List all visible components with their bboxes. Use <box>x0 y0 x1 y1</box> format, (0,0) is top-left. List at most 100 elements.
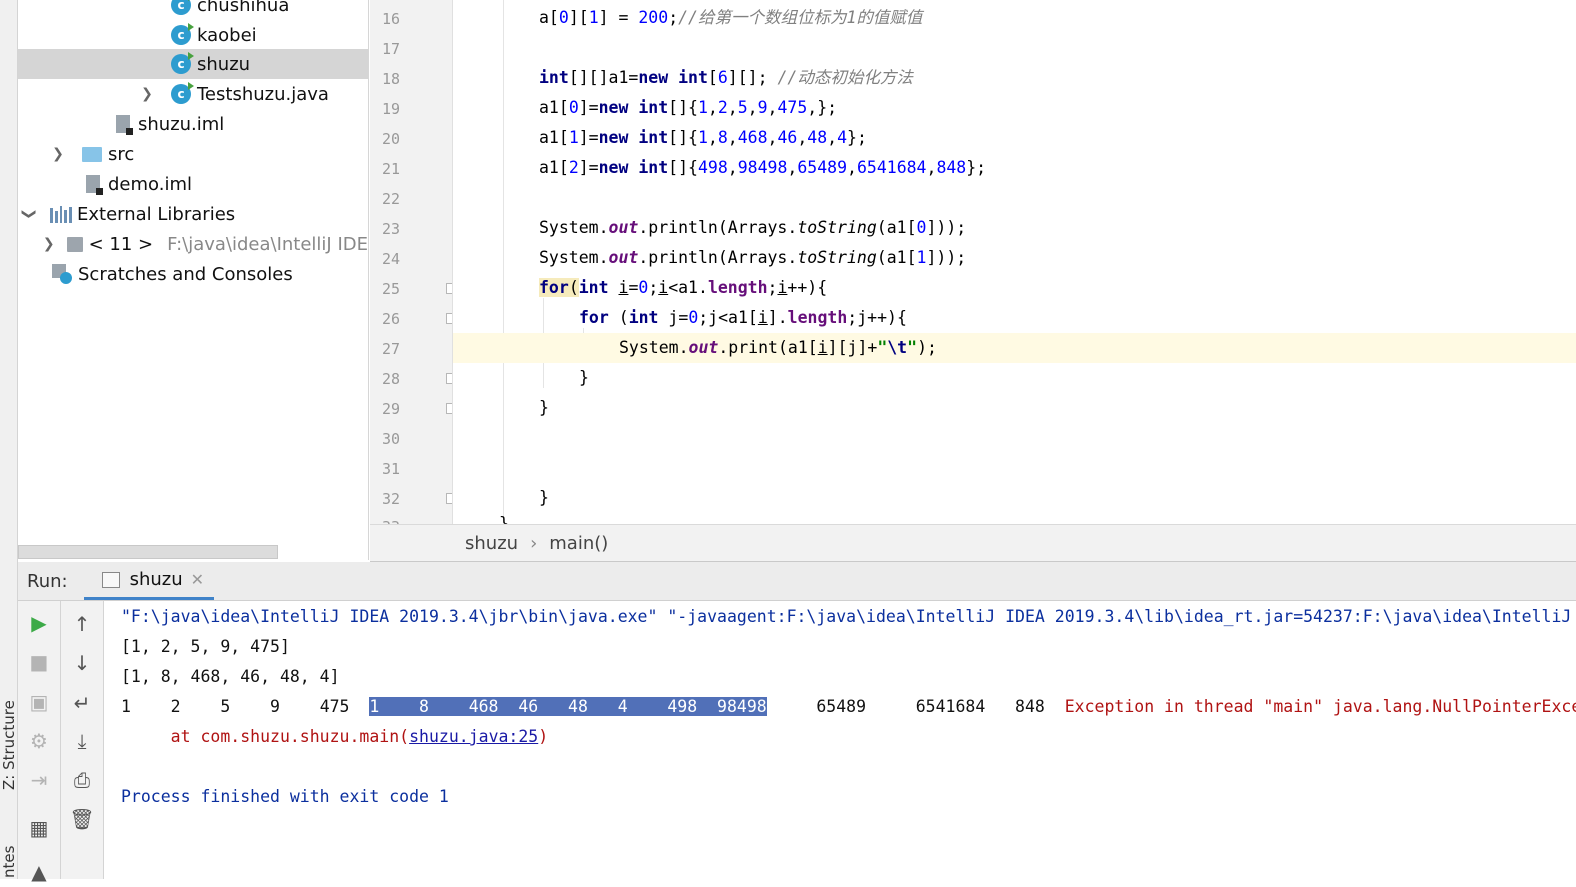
chevron-right-icon[interactable]: ❯ <box>42 236 56 252</box>
arrow-up-icon[interactable]: ↑ <box>67 609 97 639</box>
code-line-20: a1[1]=new int[]{1,8,468,46,48,4}; <box>539 128 867 147</box>
console-output-line: [1, 8, 468, 46, 48, 4] <box>121 667 340 686</box>
stacktrace-prefix: at com.shuzu.shuzu.main( <box>121 727 410 746</box>
java-class-icon: c <box>171 82 194 104</box>
run-toolbar-secondary: ↑ ↓ ↵ ⤓ ⎙ 🗑 <box>61 601 104 879</box>
tree-item-label: External Libraries <box>77 203 236 225</box>
line-number: 30 <box>381 430 400 448</box>
settings-icon[interactable]: ⚙ <box>24 726 54 756</box>
code-line-25: for(int i=0;i<a1.length;i++){ <box>539 278 828 297</box>
structure-tool-tab[interactable]: Z: Structure <box>0 700 17 790</box>
line-number: 19 <box>381 100 400 118</box>
tree-item-label: kaobei <box>197 24 257 46</box>
tree-item-shuzu[interactable]: c shuzu <box>18 49 368 79</box>
library-icon <box>50 205 72 223</box>
scroll-to-end-icon[interactable]: ⤓ <box>67 726 97 756</box>
code-line-16: a[0][1] = 200;//给第一个数组位标为1的值赋值 <box>539 8 923 27</box>
breadcrumb: shuzu › main() <box>370 524 1576 562</box>
soft-wrap-icon[interactable]: ↵ <box>67 688 97 718</box>
chevron-right-icon[interactable]: ❯ <box>138 86 156 102</box>
line-number: 22 <box>381 190 400 208</box>
fold-marker-icon[interactable] <box>446 283 452 294</box>
camera-icon[interactable]: ▣ <box>24 687 54 717</box>
line-number: 29 <box>381 400 400 418</box>
tree-item-label: shuzu <box>197 53 251 75</box>
java-class-icon: c <box>171 52 194 74</box>
iml-file-icon <box>116 115 133 135</box>
tree-item-label: chushihua <box>197 0 290 16</box>
trash-icon[interactable]: 🗑 <box>67 804 97 834</box>
line-number: 31 <box>381 460 400 478</box>
tree-item-label: demo.iml <box>108 173 192 195</box>
console-process-finished: Process finished with exit code 1 <box>121 787 449 806</box>
stacktrace-link[interactable]: shuzu.java:25 <box>409 727 538 746</box>
tree-item-label: Scratches and Consoles <box>78 263 293 285</box>
code-line-26: for (int j=0;j<a1[i].length;j++){ <box>579 308 907 327</box>
chevron-down-icon[interactable]: ❯ <box>21 205 37 223</box>
code-line-19: a1[0]=new int[]{1,2,5,9,475,}; <box>539 98 838 117</box>
tree-item-testshuzu[interactable]: ❯ c Testshuzu.java <box>18 79 368 109</box>
code-line-33: } <box>499 514 509 524</box>
chevron-right-icon: › <box>530 532 538 554</box>
console-command-line: "F:\java\idea\IntelliJ IDEA 2019.3.4\jbr… <box>121 607 1572 626</box>
line-number: 18 <box>381 70 400 88</box>
chevron-right-icon[interactable]: ❯ <box>49 146 67 162</box>
tree-item-jdk[interactable]: ❯ < 11 > F:\java\idea\IntelliJ IDE <box>18 229 368 259</box>
tree-item-demo-iml[interactable]: demo.iml <box>18 169 368 199</box>
print-icon[interactable]: ⎙ <box>67 765 97 795</box>
run-console[interactable]: "F:\java\idea\IntelliJ IDEA 2019.3.4\jbr… <box>104 601 1576 879</box>
run-tab-label: shuzu <box>129 569 183 590</box>
run-config-icon <box>101 571 120 588</box>
line-number: 17 <box>381 40 400 58</box>
exit-icon[interactable]: ⇥ <box>24 765 54 795</box>
arrow-down-icon[interactable]: ↓ <box>67 648 97 678</box>
stop-icon[interactable]: ■ <box>24 647 54 677</box>
line-number: 16 <box>381 10 400 28</box>
line-number: 28 <box>381 370 400 388</box>
tree-item-label: < 11 > <box>88 233 154 255</box>
console-output-line: [1, 2, 5, 9, 475] <box>121 637 290 656</box>
fold-marker-icon[interactable] <box>446 373 452 384</box>
favorites-tool-tab[interactable]: ntes <box>0 846 17 878</box>
line-number: 23 <box>381 220 400 238</box>
pin-icon[interactable]: ▲ <box>24 857 54 887</box>
folder-icon <box>82 146 102 162</box>
run-panel-header: Run: shuzu ✕ <box>18 562 1576 601</box>
tree-horizontal-scrollbar[interactable] <box>18 545 278 559</box>
fold-marker-icon[interactable] <box>446 493 452 504</box>
tree-item-path: F:\java\idea\IntelliJ IDE <box>167 233 368 255</box>
tree-item-kaobei[interactable]: c kaobei <box>18 20 368 50</box>
fold-marker-icon[interactable] <box>446 403 452 414</box>
layout-icon[interactable]: ▦ <box>24 813 54 843</box>
line-number: 24 <box>381 250 400 268</box>
tree-item-label: Testshuzu.java <box>197 83 329 105</box>
code-line-18: int[][]a1=new int[6][]; //动态初始化方法 <box>539 68 913 87</box>
java-class-icon: c <box>171 23 194 45</box>
fold-marker-icon[interactable] <box>446 313 452 324</box>
breadcrumb-class[interactable]: shuzu <box>465 533 518 554</box>
line-number: 26 <box>381 310 400 328</box>
left-tool-stripe: Z: Structure ntes <box>0 0 18 879</box>
tree-item-label: src <box>108 143 135 165</box>
console-output-rest: 65489 6541684 848 <box>766 697 1065 716</box>
code-editor[interactable]: a[0][1] = 200;//给第一个数组位标为1的值赋值 int[][]a1… <box>453 0 1576 524</box>
console-exception: Exception in thread "main" java.lang.Nul… <box>1064 697 1576 716</box>
tree-item-external-libraries[interactable]: ❯ External Libraries <box>18 199 368 229</box>
tree-item-shuzu-iml[interactable]: shuzu.iml <box>18 109 368 139</box>
line-number: 25 <box>381 280 400 298</box>
run-tab-shuzu[interactable]: shuzu ✕ <box>83 562 215 600</box>
code-line-21: a1[2]=new int[]{498,98498,65489,6541684,… <box>539 158 987 177</box>
jdk-folder-icon <box>67 236 83 252</box>
breadcrumb-method[interactable]: main() <box>549 533 608 554</box>
tree-item-src[interactable]: ❯ src <box>18 139 368 169</box>
code-line-27-current: System.out.print(a1[i][j]+"\t"); <box>453 333 1576 363</box>
line-number: 27 <box>381 340 400 358</box>
tree-item-label: shuzu.iml <box>138 113 225 135</box>
rerun-icon[interactable]: ▶ <box>24 608 54 638</box>
stacktrace-suffix: ) <box>538 727 549 746</box>
tree-item-scratches[interactable]: Scratches and Consoles <box>18 259 368 289</box>
line-number: 21 <box>381 160 400 178</box>
tree-item-chushihua[interactable]: c chushihua <box>18 0 368 20</box>
console-selection: 1 8 468 46 48 4 498 98498 <box>369 697 767 716</box>
close-icon[interactable]: ✕ <box>191 570 204 589</box>
